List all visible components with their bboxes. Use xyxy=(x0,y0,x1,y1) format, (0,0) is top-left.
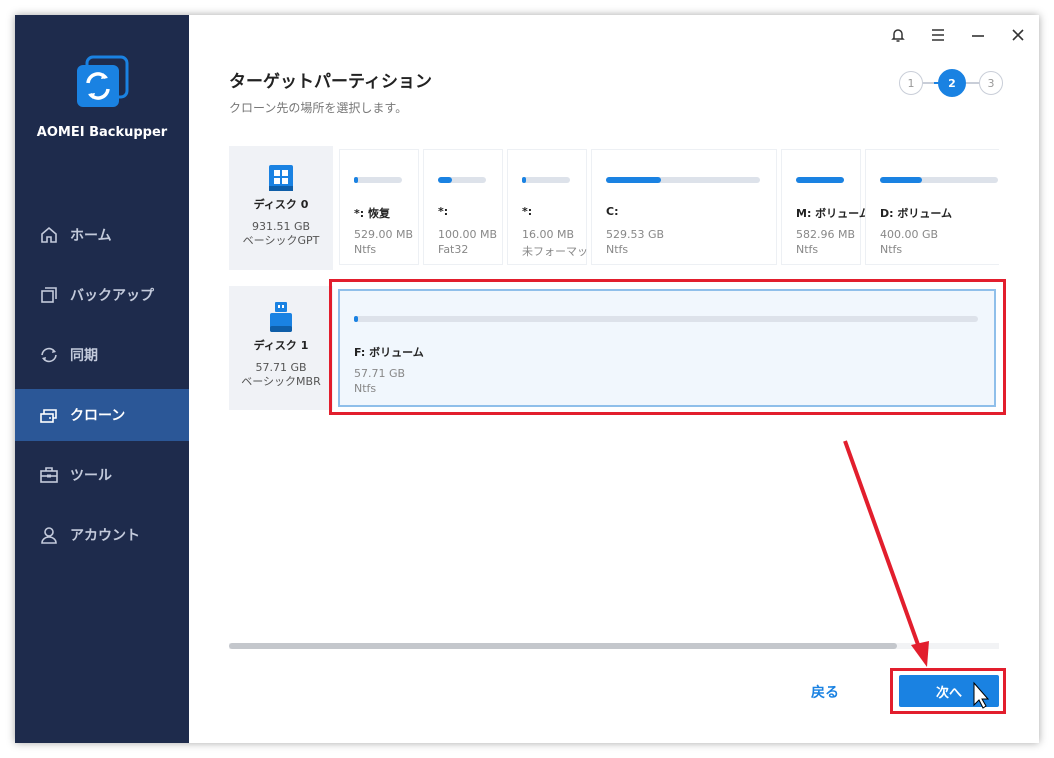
step-3: 3 xyxy=(979,71,1003,95)
usage-bar-fill xyxy=(606,177,662,183)
horizontal-scrollbar[interactable] xyxy=(229,643,999,649)
sync-icon xyxy=(38,344,60,366)
partition-label: *: xyxy=(522,205,533,218)
partition-filesystem: Ntfs xyxy=(354,382,377,395)
partition-size: 100.00 MB xyxy=(438,228,498,241)
partition-card[interactable]: D: ボリューム 400.00 GB Ntfs xyxy=(865,149,999,265)
usage-bar xyxy=(796,177,844,183)
toolbox-icon xyxy=(38,464,60,486)
page-title: ターゲットパーティション xyxy=(229,72,432,92)
disk-name: ディスク 1 xyxy=(253,339,309,352)
windows-disk-icon xyxy=(229,164,333,192)
usage-bar xyxy=(606,177,760,183)
app-logo-icon xyxy=(73,55,129,111)
usage-bar xyxy=(354,316,978,322)
usage-bar xyxy=(522,177,570,183)
partition-filesystem: Ntfs xyxy=(606,243,629,256)
home-icon xyxy=(38,224,60,246)
partition-filesystem: Ntfs xyxy=(880,243,903,256)
partition-size: 16.00 MB xyxy=(522,228,575,241)
main-panel: ターゲットパーティション クローン先の場所を選択します。 1 2 3 ディスク … xyxy=(189,15,1039,743)
usage-bar-fill xyxy=(880,177,923,183)
app-name: AOMEI Backupper xyxy=(36,125,168,140)
disk-size: 57.71 GB xyxy=(255,361,307,374)
usage-bar-fill xyxy=(438,177,453,183)
minimize-icon[interactable] xyxy=(968,25,988,45)
partition-size: 582.96 MB xyxy=(796,228,856,241)
partition-size: 57.71 GB xyxy=(354,367,406,380)
partition-filesystem: 未フォーマット xyxy=(522,245,599,258)
partition-label: C: xyxy=(606,205,619,218)
step-indicator: 1 2 3 xyxy=(899,69,1009,99)
partition-size: 400.00 GB xyxy=(880,228,939,241)
user-icon xyxy=(38,524,60,546)
back-button[interactable]: 戻る xyxy=(811,682,839,702)
disk-type: ベーシックMBR xyxy=(241,375,321,388)
sidebar-item-label: バックアップ xyxy=(70,288,154,304)
partition-size: 529.00 MB xyxy=(354,228,414,241)
sidebar-item-tools[interactable]: ツール xyxy=(15,449,189,501)
disk-type: ベーシックGPT xyxy=(242,234,320,247)
sidebar-item-home[interactable]: ホーム xyxy=(15,209,189,261)
app-window: AOMEI Backupper ホーム バックアップ 同期 クローン ツール ア… xyxy=(15,15,1039,743)
usage-bar-fill xyxy=(522,177,526,183)
step-connector xyxy=(966,82,979,84)
sidebar-item-clone[interactable]: クローン xyxy=(15,389,189,441)
partition-label: M: ボリューム xyxy=(796,207,870,220)
usage-bar-fill xyxy=(796,177,844,183)
partition-size: 529.53 GB xyxy=(606,228,665,241)
scrollbar-thumb[interactable] xyxy=(229,643,897,649)
sidebar-item-label: ホーム xyxy=(70,228,112,244)
sidebar-item-label: ツール xyxy=(70,468,112,484)
partition-card-selected[interactable]: F: ボリューム 57.71 GB Ntfs xyxy=(338,289,996,407)
disk-1-card: ディスク 1 57.71 GB ベーシックMBR xyxy=(229,286,333,410)
usage-bar-fill xyxy=(354,316,358,322)
partition-label: D: ボリューム xyxy=(880,207,953,220)
next-button[interactable]: 次へ xyxy=(899,675,999,707)
usage-bar-fill xyxy=(354,177,358,183)
sidebar-item-label: クローン xyxy=(70,408,126,424)
disk-0-card: ディスク 0 931.51 GB ベーシックGPT xyxy=(229,146,333,270)
menu-icon[interactable] xyxy=(928,25,948,45)
sidebar-item-backup[interactable]: バックアップ xyxy=(15,269,189,321)
partition-filesystem: Ntfs xyxy=(354,243,377,256)
disk-list: ディスク 0 931.51 GB ベーシックGPT *: 恢复 529.00 M… xyxy=(229,146,999,636)
sidebar-item-label: 同期 xyxy=(70,348,98,364)
sidebar-item-account[interactable]: アカウント xyxy=(15,509,189,561)
disk-name: ディスク 0 xyxy=(253,198,309,211)
partition-card[interactable]: *: 恢复 529.00 MB Ntfs xyxy=(339,149,419,265)
clone-icon xyxy=(38,404,60,426)
sidebar-item-label: アカウント xyxy=(70,528,140,544)
usage-bar xyxy=(354,177,402,183)
bell-icon[interactable] xyxy=(888,25,908,45)
step-1: 1 xyxy=(899,71,923,95)
usage-bar xyxy=(880,177,998,183)
sidebar-item-sync[interactable]: 同期 xyxy=(15,329,189,381)
close-icon[interactable] xyxy=(1008,25,1028,45)
partition-card[interactable]: C: 529.53 GB Ntfs xyxy=(591,149,777,265)
usage-bar xyxy=(438,177,486,183)
step-2: 2 xyxy=(938,69,966,97)
disk-size: 931.51 GB xyxy=(251,220,311,233)
sidebar: AOMEI Backupper ホーム バックアップ 同期 クローン ツール ア… xyxy=(15,15,189,743)
usb-drive-icon xyxy=(229,301,333,333)
partition-label: *: 恢复 xyxy=(354,207,390,220)
partition-filesystem: Ntfs xyxy=(796,243,819,256)
partition-card[interactable]: *: 100.00 MB Fat32 xyxy=(423,149,503,265)
partition-filesystem: Fat32 xyxy=(438,243,469,256)
partition-card[interactable]: M: ボリューム 582.96 MB Ntfs xyxy=(781,149,870,265)
backup-icon xyxy=(38,284,60,306)
partition-label: *: xyxy=(438,205,449,218)
partition-label: F: ボリューム xyxy=(354,346,424,359)
partition-card[interactable]: *: 16.00 MB 未フォーマット xyxy=(507,149,599,265)
page-subtitle: クローン先の場所を選択します。 xyxy=(229,101,408,115)
next-button-label: 次へ xyxy=(935,685,962,701)
